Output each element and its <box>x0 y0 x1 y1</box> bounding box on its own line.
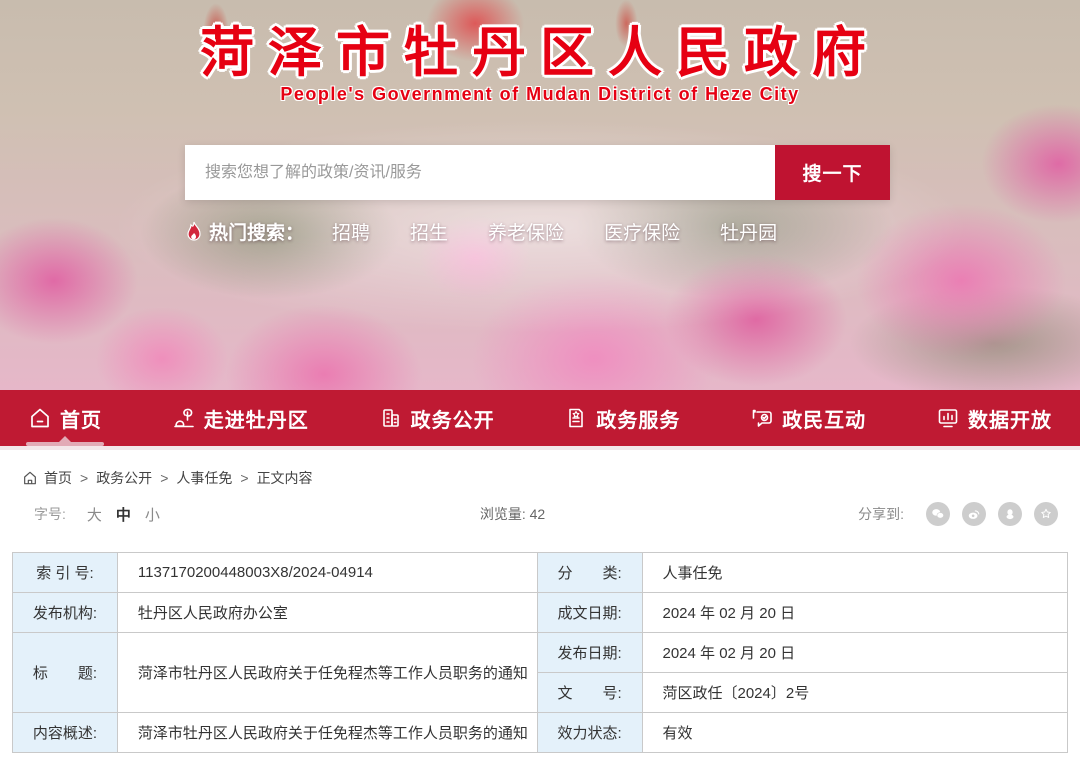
main-navbar: 首页 走进牡丹区 政务公开 政务服务 政民互动 <box>0 390 1080 450</box>
share-qq-button[interactable] <box>998 502 1022 526</box>
nav-label: 政民互动 <box>782 404 866 433</box>
category-value: 人事任免 <box>642 553 1068 593</box>
breadcrumb-current-page: 正文内容 <box>257 468 313 488</box>
site-title: 菏泽市牡丹区人民政府 <box>0 8 1080 87</box>
chat-icon <box>750 406 774 430</box>
index-number-label: 索 引 号: <box>13 553 118 593</box>
nav-item-public-interaction[interactable]: 政民互动 <box>750 388 866 448</box>
share-bar: 分享到: <box>858 502 1058 526</box>
share-wechat-button[interactable] <box>926 502 950 526</box>
nav-label: 政务服务 <box>596 404 680 433</box>
doc-number-label: 文 号: <box>537 673 642 713</box>
weibo-icon <box>967 507 981 521</box>
table-row: 发布机构: 牡丹区人民政府办公室 成文日期: 2024 年 02 月 20 日 <box>13 593 1068 633</box>
scenic-icon <box>172 406 196 430</box>
data-icon <box>936 406 960 430</box>
font-size-medium[interactable]: 中 <box>116 504 131 525</box>
hot-link-pension-insurance[interactable]: 养老保险 <box>488 218 564 245</box>
breadcrumb-separator: > <box>80 470 88 486</box>
written-date-label: 成文日期: <box>537 593 642 633</box>
share-star-button[interactable] <box>1034 502 1058 526</box>
breadcrumb-separator: > <box>160 470 168 486</box>
nav-item-about-mudan[interactable]: 走进牡丹区 <box>172 388 309 448</box>
font-size-selector: 字号: 大 中 小 <box>34 504 167 525</box>
font-size-large[interactable]: 大 <box>87 504 102 525</box>
publish-date-value: 2024 年 02 月 20 日 <box>642 633 1068 673</box>
issuing-agency-value: 牡丹区人民政府办公室 <box>117 593 537 633</box>
site-header-banner: 菏泽市牡丹区人民政府 People's Government of Mudan … <box>0 0 1080 390</box>
nav-item-gov-disclosure[interactable]: 政务公开 <box>379 388 495 448</box>
validity-label: 效力状态: <box>537 713 642 753</box>
breadcrumb-home[interactable]: 首页 <box>44 468 72 488</box>
publish-date-label: 发布日期: <box>537 633 642 673</box>
hot-link-enrollment[interactable]: 招生 <box>410 218 448 245</box>
hot-search-row: 热门搜索： 招聘 招生 养老保险 医疗保险 牡丹园 <box>185 218 817 245</box>
breadcrumb-gov-disclosure[interactable]: 政务公开 <box>96 468 152 488</box>
document-icon <box>564 406 588 430</box>
issuing-agency-label: 发布机构: <box>13 593 118 633</box>
search-bar: 搜一下 <box>185 145 890 200</box>
active-nav-indicator <box>26 442 104 446</box>
index-number-value: 1137170200448003X8/2024-04914 <box>117 553 537 593</box>
home-icon <box>28 406 52 430</box>
nav-label: 首页 <box>60 404 102 433</box>
nav-item-open-data[interactable]: 数据开放 <box>936 388 1052 448</box>
doc-number-value: 菏区政任〔2024〕2号 <box>642 673 1068 713</box>
view-count-label: 浏览量: <box>480 506 530 522</box>
site-subtitle-english: People's Government of Mudan District of… <box>0 84 1080 105</box>
title-value: 菏泽市牡丹区人民政府关于任免程杰等工作人员职务的通知 <box>117 633 537 713</box>
article-toolbar: 字号: 大 中 小 浏览量: 42 分享到: <box>0 494 1080 526</box>
flame-icon <box>185 221 203 243</box>
star-icon <box>1039 507 1053 521</box>
view-count-value: 42 <box>530 506 546 522</box>
home-icon <box>22 470 38 486</box>
nav-label: 政务公开 <box>411 404 495 433</box>
share-label: 分享到: <box>858 504 904 524</box>
hot-link-recruitment[interactable]: 招聘 <box>332 218 370 245</box>
nav-label: 走进牡丹区 <box>204 404 309 433</box>
view-count: 浏览量: 42 <box>167 504 858 524</box>
table-row: 内容概述: 菏泽市牡丹区人民政府关于任免程杰等工作人员职务的通知 效力状态: 有… <box>13 713 1068 753</box>
search-input[interactable] <box>185 145 775 200</box>
qq-icon <box>1003 507 1017 521</box>
hot-search-label: 热门搜索： <box>209 218 304 245</box>
font-size-label: 字号: <box>34 504 66 524</box>
summary-label: 内容概述: <box>13 713 118 753</box>
breadcrumb: 首页 > 政务公开 > 人事任免 > 正文内容 <box>0 450 1080 494</box>
share-weibo-button[interactable] <box>962 502 986 526</box>
summary-value: 菏泽市牡丹区人民政府关于任免程杰等工作人员职务的通知 <box>117 713 537 753</box>
search-button[interactable]: 搜一下 <box>775 145 890 200</box>
wechat-icon <box>931 507 945 521</box>
building-icon <box>379 406 403 430</box>
nav-label: 数据开放 <box>968 404 1052 433</box>
title-label: 标 题: <box>13 633 118 713</box>
hot-link-medical-insurance[interactable]: 医疗保险 <box>604 218 680 245</box>
category-label: 分 类: <box>537 553 642 593</box>
written-date-value: 2024 年 02 月 20 日 <box>642 593 1068 633</box>
hot-link-peony-garden[interactable]: 牡丹园 <box>720 218 777 245</box>
breadcrumb-separator: > <box>240 470 248 486</box>
nav-item-gov-services[interactable]: 政务服务 <box>564 388 680 448</box>
table-row: 索 引 号: 1137170200448003X8/2024-04914 分 类… <box>13 553 1068 593</box>
document-meta-table: 索 引 号: 1137170200448003X8/2024-04914 分 类… <box>12 552 1068 753</box>
breadcrumb-personnel[interactable]: 人事任免 <box>176 468 232 488</box>
validity-value: 有效 <box>642 713 1068 753</box>
table-row: 标 题: 菏泽市牡丹区人民政府关于任免程杰等工作人员职务的通知 发布日期: 20… <box>13 633 1068 673</box>
font-size-small[interactable]: 小 <box>145 504 160 525</box>
nav-item-home[interactable]: 首页 <box>28 388 102 448</box>
